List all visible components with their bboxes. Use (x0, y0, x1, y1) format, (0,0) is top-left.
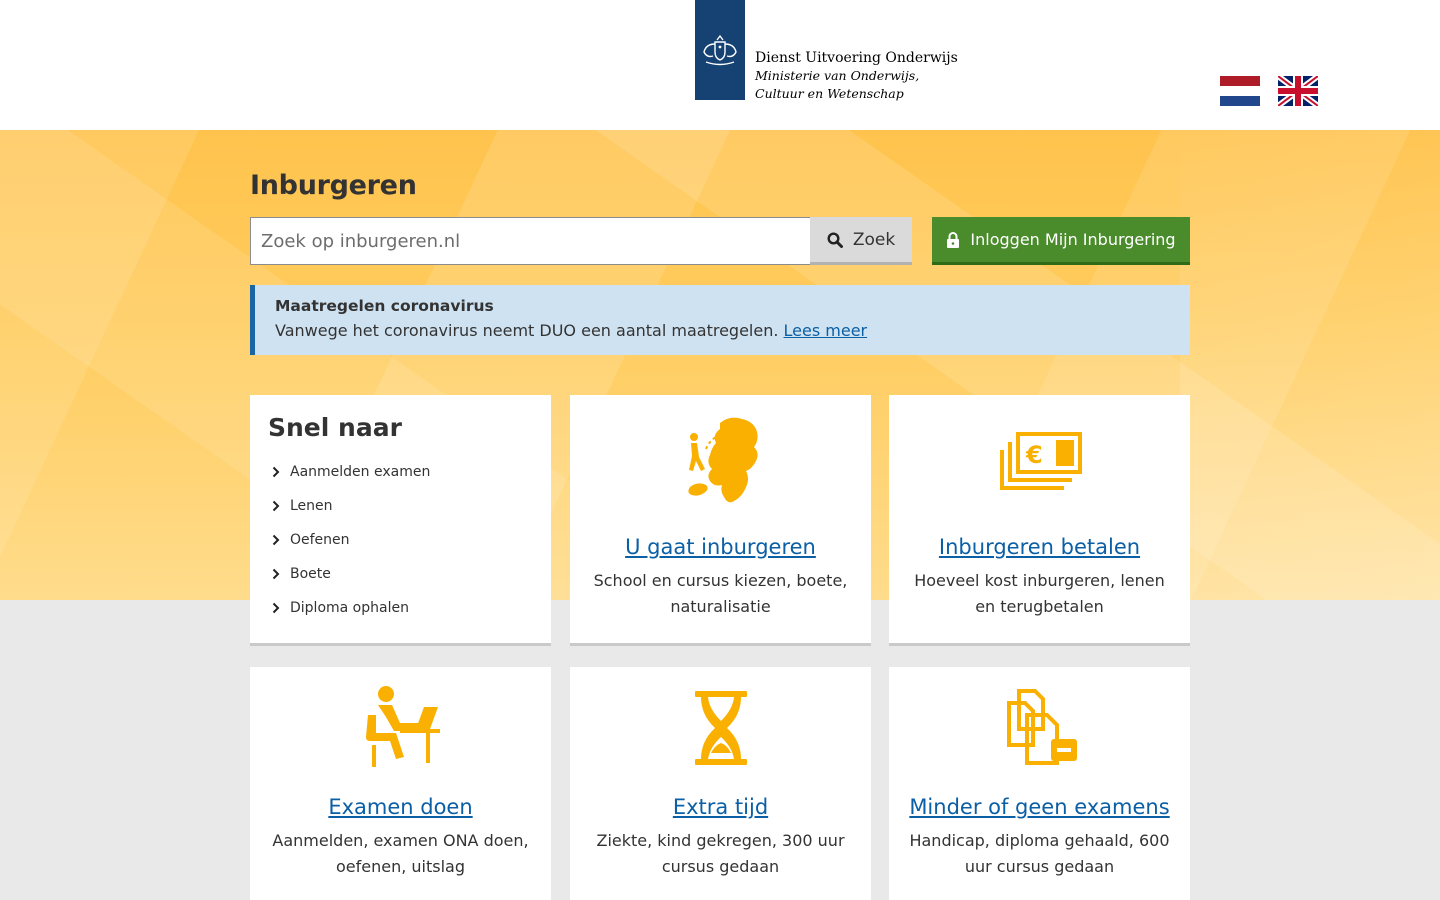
laptop-person-icon (365, 686, 440, 767)
quick-links-panel: Snel naar Aanmelden examen Lenen Oefenen… (250, 395, 551, 646)
tile-description: Hoeveel kost inburgeren, lenen en terugb… (914, 571, 1165, 616)
tile-examen-doen[interactable]: Examen doen Aanmelden, examen ONA doen, … (250, 667, 551, 900)
login-button[interactable]: Inloggen Mijn Inburgering (932, 217, 1190, 265)
notice-text: Vanwege het coronavirus neemt DUO een aa… (275, 321, 779, 340)
quick-link-label: Oefenen (290, 532, 350, 548)
quick-links-list: Aanmelden examen Lenen Oefenen Boete Dip… (272, 455, 430, 625)
tile-title: Extra tijd (672, 795, 769, 819)
english-flag-icon[interactable] (1278, 76, 1318, 106)
tile-u-gaat-inburgeren[interactable]: U gaat inburgeren School en cursus kieze… (570, 395, 871, 646)
tile-description: School en cursus kiezen, boete, naturali… (593, 571, 848, 616)
quick-link-label: Boete (290, 566, 331, 582)
tile-title: Inburgeren betalen (938, 535, 1141, 559)
lock-icon (947, 231, 960, 248)
quick-link-label: Diploma ophalen (290, 600, 409, 616)
quick-link-label: Aanmelden examen (290, 464, 431, 480)
quick-link-lenen[interactable]: Lenen (272, 489, 430, 523)
tile-minder-of-geen-examens[interactable]: Minder of geen examens Handicap, diploma… (889, 667, 1190, 900)
hourglass-icon (694, 691, 747, 765)
logo-text: Dienst Uitvoering Onderwijs Ministerie v… (755, 49, 958, 103)
tile-extra-tijd[interactable]: Extra tijd Ziekte, kind gekregen, 300 uu… (570, 667, 871, 900)
tile-title: Examen doen (328, 795, 473, 819)
org-name: Dienst Uitvoering Onderwijs (755, 50, 958, 66)
chevron-right-icon (272, 568, 290, 580)
money-icon: € (999, 432, 1082, 490)
tile-description: Handicap, diploma gehaald, 600 uur cursu… (909, 831, 1170, 876)
tile-description: Ziekte, kind gekregen, 300 uur cursus ge… (596, 831, 845, 876)
page-title: Inburgeren (250, 170, 417, 201)
tile-title: U gaat inburgeren (625, 535, 816, 559)
quick-link-oefenen[interactable]: Oefenen (272, 523, 430, 557)
chevron-right-icon (272, 500, 290, 512)
site-header: Dienst Uitvoering Onderwijs Ministerie v… (0, 0, 1440, 130)
search-button-label: Zoek (852, 229, 896, 250)
quick-link-boete[interactable]: Boete (272, 557, 430, 591)
netherlands-map-icon (687, 417, 758, 503)
quick-link-label: Lenen (290, 498, 333, 514)
ministry-name: Ministerie van Onderwijs, Cultuur en Wet… (755, 68, 920, 101)
login-button-label: Inloggen Mijn Inburgering (970, 230, 1176, 249)
svg-text:€: € (1025, 441, 1043, 469)
tile-title: Minder of geen examens (909, 795, 1170, 819)
search-icon (827, 231, 843, 248)
tile-description: Aanmelden, examen ONA doen, oefenen, uit… (272, 831, 529, 876)
coat-of-arms-icon (703, 34, 737, 66)
quick-link-aanmelden-examen[interactable]: Aanmelden examen (272, 455, 430, 489)
documents-minus-icon (1006, 689, 1077, 765)
search-input[interactable] (250, 217, 811, 265)
notice-read-more-link[interactable]: Lees meer (784, 321, 868, 340)
quick-links-title: Snel naar (268, 413, 402, 442)
chevron-right-icon (272, 602, 290, 614)
quick-link-diploma-ophalen[interactable]: Diploma ophalen (272, 591, 430, 625)
notice-title: Maatregelen coronavirus (275, 297, 494, 315)
chevron-right-icon (272, 466, 290, 478)
search-button[interactable]: Zoek (810, 217, 912, 265)
tile-inburgeren-betalen[interactable]: € Inburgeren betalen Hoeveel kost inburg… (889, 395, 1190, 646)
dutch-flag-icon[interactable] (1220, 76, 1260, 106)
chevron-right-icon (272, 534, 290, 546)
corona-notice: Maatregelen coronavirus Vanwege het coro… (250, 285, 1190, 355)
rijksoverheid-logo[interactable] (695, 0, 745, 100)
